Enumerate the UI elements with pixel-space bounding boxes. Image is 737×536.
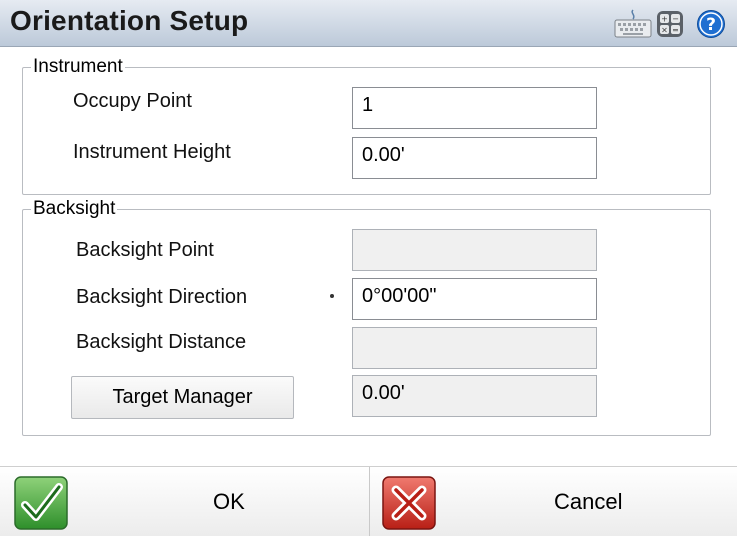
backsight-distance-field [352,327,597,369]
ok-button[interactable]: OK [0,467,369,536]
calculator-icon[interactable]: + − × = [656,10,684,38]
cancel-button[interactable]: Cancel [370,467,737,536]
svg-text:×: × [661,26,668,35]
backsight-point-radio[interactable] [326,243,338,255]
backsight-group-legend: Backsight [33,198,116,219]
backsight-distance-label: Backsight Distance [76,331,247,353]
window-title: Orientation Setup [10,5,249,36]
occupy-point-label: Occupy Point [73,90,192,112]
instrument-height-field[interactable]: 0.00' [352,137,597,179]
action-bar: OK Cancel [0,466,737,536]
target-height-field: 0.00' [352,375,597,417]
backsight-point-label: Backsight Point [76,239,214,261]
backsight-direction-radio[interactable] [326,290,338,302]
occupy-point-field[interactable]: 1 [352,87,597,129]
help-icon[interactable]: ? [696,9,726,39]
instrument-group-legend: Instrument [33,56,123,77]
cancel-label: Cancel [554,489,623,514]
svg-text:?: ? [706,15,716,35]
svg-text:=: = [672,26,679,35]
target-manager-button[interactable]: Target Manager [71,376,294,419]
backsight-point-field [352,229,597,271]
instrument-height-label: Instrument Height [73,141,231,163]
svg-text:−: − [672,15,679,24]
content-panel: Instrument Occupy Point 1 Instrument Hei… [0,47,737,465]
checkmark-icon [14,476,68,530]
title-bar: Orientation Setup + − × = ? [0,0,737,47]
radio-selected-dot [330,294,334,298]
backsight-direction-label: Backsight Direction [76,286,248,308]
svg-text:+: + [661,15,668,24]
keyboard-icon[interactable] [613,9,653,39]
cancel-x-icon [382,476,436,530]
ok-label: OK [213,489,245,514]
backsight-direction-field[interactable]: 0°00'00" [352,278,597,320]
